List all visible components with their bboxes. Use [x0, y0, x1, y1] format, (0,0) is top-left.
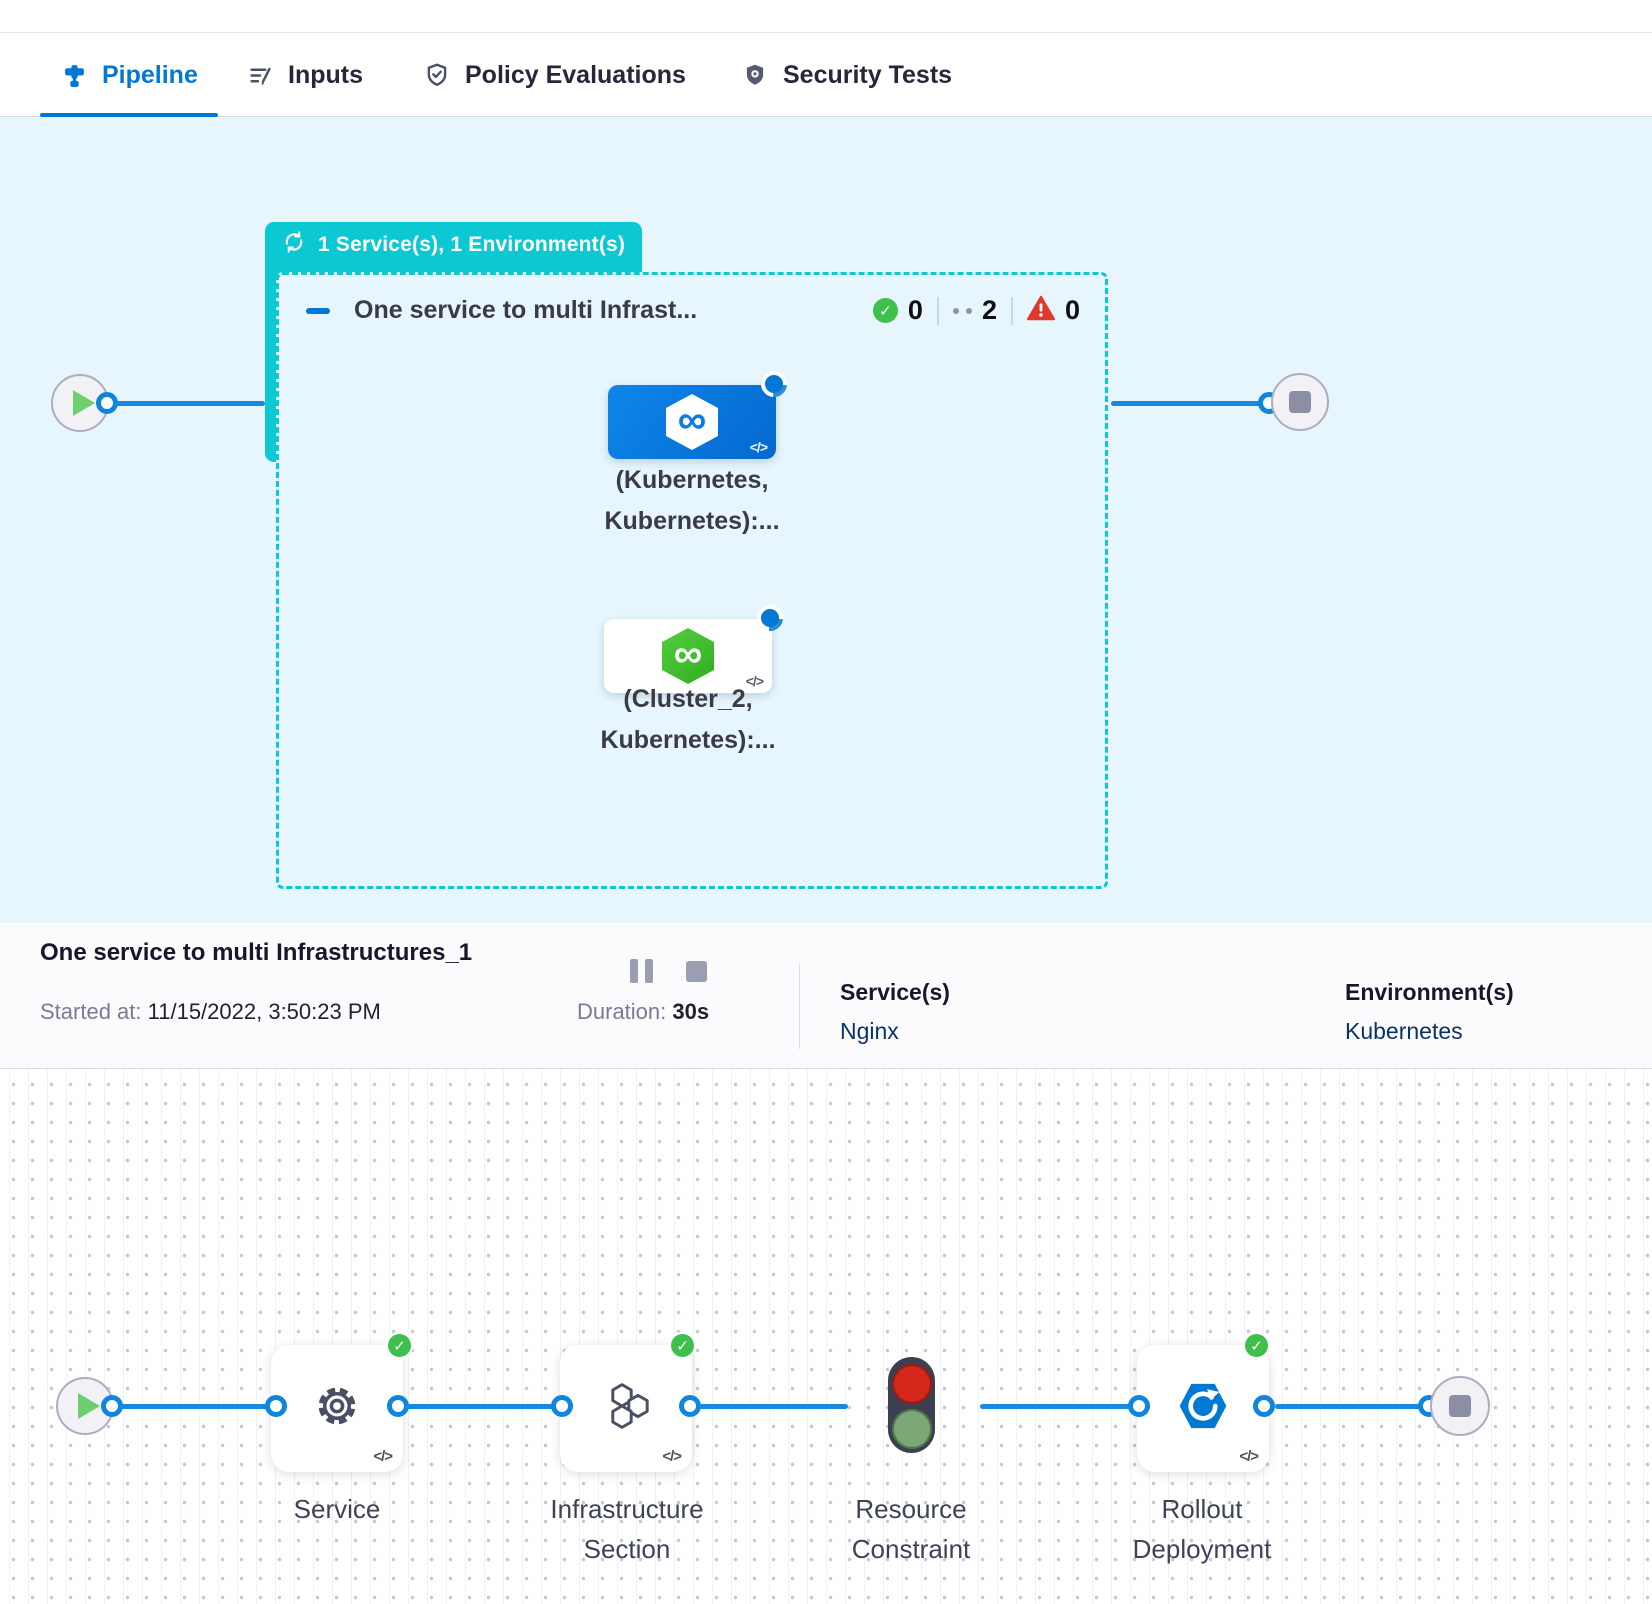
- success-check-icon: ✓: [873, 298, 898, 323]
- step-rollout-label: Rollout Deployment: [1092, 1489, 1312, 1569]
- stop-icon: [1289, 391, 1311, 413]
- tab-policy-evaluations[interactable]: Policy Evaluations: [424, 34, 686, 116]
- edge-line: [120, 1404, 274, 1409]
- security-tests-icon: [742, 62, 768, 88]
- success-check-icon: ✓: [669, 1332, 696, 1359]
- success-count: 0: [908, 295, 923, 326]
- gear-icon: [309, 1378, 365, 1439]
- divider: [799, 963, 800, 1049]
- edge-line: [1275, 1404, 1426, 1409]
- step-service-label: Service: [227, 1489, 447, 1529]
- edge-line: [406, 1404, 560, 1409]
- edge-line: [114, 401, 265, 406]
- step-resource-constraint-label: Resource Constraint: [801, 1489, 1021, 1569]
- tab-inputs-label: Inputs: [288, 61, 363, 90]
- failed-count: 0: [1065, 295, 1080, 326]
- tab-security-tests[interactable]: Security Tests: [742, 34, 952, 116]
- policy-evaluations-icon: [424, 62, 450, 88]
- connector-dot: [1128, 1395, 1150, 1417]
- connector-dot: [679, 1395, 701, 1417]
- stage-group-header: One service to multi Infrast... ✓ 0 2 0: [306, 295, 1080, 326]
- duration: Duration: 30s: [577, 999, 709, 1025]
- started-at: Started at: 11/15/2022, 3:50:23 PM: [40, 999, 381, 1025]
- services-block: Service(s) Nginx: [840, 979, 950, 1045]
- pause-button[interactable]: [630, 959, 653, 983]
- stage-steps-canvas: </> ✓ Service </> ✓ Infrastructure Secti…: [0, 1069, 1652, 1604]
- environments-link[interactable]: Kubernetes: [1345, 1018, 1514, 1045]
- matrix-node-kubernetes[interactable]: ∞ </>: [608, 385, 776, 459]
- code-braces-icon: </>: [1239, 1448, 1258, 1465]
- stage-group-box: [276, 272, 1108, 889]
- step-infrastructure-section[interactable]: </>: [560, 1345, 692, 1472]
- stop-button[interactable]: [686, 961, 707, 982]
- steps-end-node: [1430, 1376, 1490, 1436]
- execution-graph-panel: 1 Service(s), 1 Environment(s) One servi…: [0, 117, 1652, 923]
- success-check-icon: ✓: [386, 1332, 413, 1359]
- tab-inputs[interactable]: Inputs: [248, 34, 363, 116]
- step-service[interactable]: </>: [271, 1345, 403, 1472]
- connector-dot: [551, 1395, 573, 1417]
- traffic-green-light: [892, 1409, 932, 1449]
- stop-icon: [1449, 1395, 1471, 1417]
- tab-pipeline-label: Pipeline: [102, 61, 198, 90]
- matrix-node-cluster2-label: (Cluster_2, Kubernetes):...: [538, 679, 838, 761]
- edge-line: [699, 1404, 848, 1409]
- tab-security-tests-label: Security Tests: [783, 61, 952, 90]
- tab-pipeline[interactable]: Pipeline: [62, 34, 198, 116]
- success-check-icon: ✓: [1243, 1332, 1270, 1359]
- running-count: 2: [982, 295, 997, 326]
- environments-block: Environment(s) Kubernetes: [1345, 979, 1514, 1045]
- inputs-icon: [248, 63, 273, 88]
- connector-dot: [265, 1395, 287, 1417]
- collapse-minus-icon[interactable]: [306, 308, 330, 314]
- code-braces-icon: </>: [662, 1448, 681, 1465]
- harness-hexagon-icon: ∞: [662, 628, 714, 684]
- hexagons-icon: [599, 1378, 653, 1439]
- running-dots-icon: [953, 308, 972, 314]
- step-rollout-deployment[interactable]: </>: [1137, 1345, 1269, 1472]
- matrix-node-kubernetes-label: (Kubernetes, Kubernetes):...: [542, 460, 842, 542]
- code-braces-icon: </>: [750, 439, 767, 455]
- execution-title: One service to multi Infrastructures_1: [40, 939, 472, 967]
- matrix-badge-label: 1 Service(s), 1 Environment(s): [318, 233, 625, 257]
- harness-hexagon-icon: ∞: [666, 394, 718, 450]
- rollout-icon: [1175, 1378, 1231, 1439]
- play-icon: [78, 1393, 100, 1419]
- execution-info-bar: One service to multi Infrastructures_1 S…: [0, 923, 1652, 1069]
- failed-warning-icon: [1027, 295, 1055, 326]
- edge-line: [980, 1404, 1137, 1409]
- loop-icon: [281, 229, 307, 261]
- environments-label: Environment(s): [1345, 979, 1514, 1006]
- play-icon: [73, 390, 95, 416]
- pipeline-icon: [62, 63, 87, 88]
- edge-line: [1111, 401, 1263, 406]
- traffic-red-light: [892, 1364, 932, 1404]
- step-infrastructure-label: Infrastructure Section: [517, 1489, 737, 1569]
- graph-end-node: [1271, 373, 1329, 431]
- window-top-strip: [0, 0, 1652, 33]
- services-link[interactable]: Nginx: [840, 1018, 950, 1045]
- connector-dot: [1253, 1395, 1275, 1417]
- stage-group-title[interactable]: One service to multi Infrast...: [354, 296, 697, 325]
- stage-status-counts: ✓ 0 2 0: [873, 295, 1080, 326]
- code-braces-icon: </>: [373, 1448, 392, 1465]
- tab-bar: Pipeline Inputs Policy Evaluations Secur…: [0, 34, 1652, 117]
- services-label: Service(s): [840, 979, 950, 1006]
- traffic-light-icon[interactable]: [888, 1357, 935, 1453]
- tab-policy-evaluations-label: Policy Evaluations: [465, 61, 686, 90]
